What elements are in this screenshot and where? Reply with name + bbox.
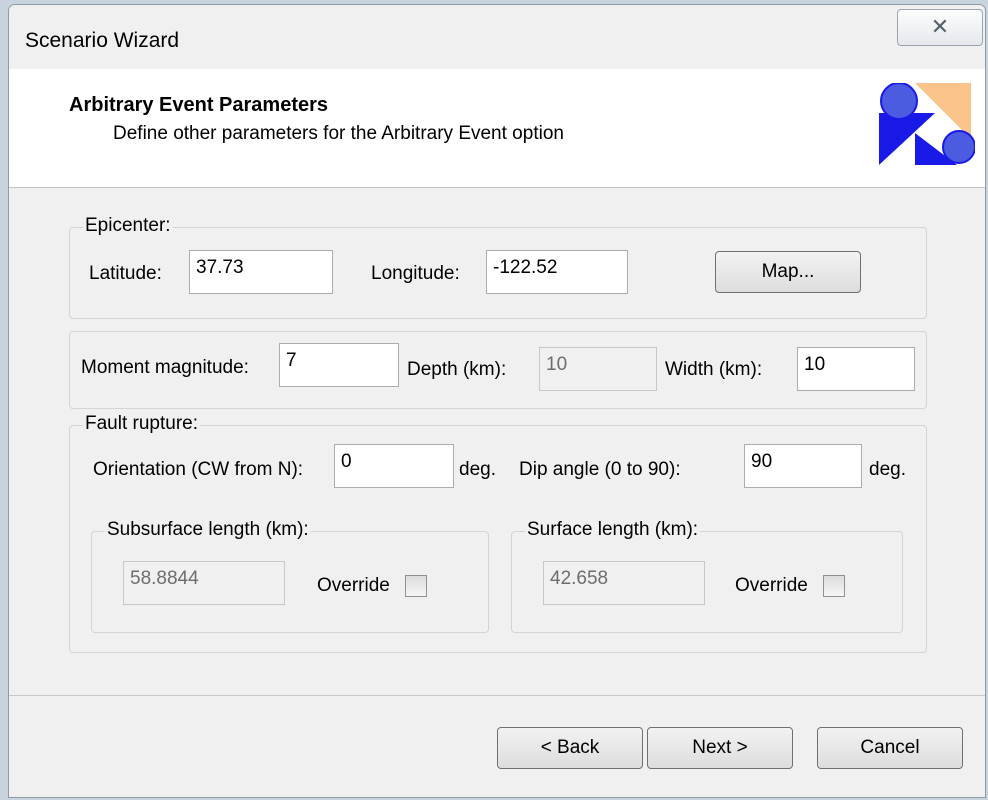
- orientation-input[interactable]: 0: [334, 444, 454, 488]
- footer-divider: [9, 695, 985, 696]
- depth-input: 10: [539, 347, 657, 391]
- close-icon: ✕: [930, 14, 950, 39]
- close-button[interactable]: ✕: [897, 9, 983, 46]
- wizard-shapes-icon: [879, 83, 975, 165]
- map-button[interactable]: Map...: [715, 251, 861, 293]
- surface-override-checkbox[interactable]: [823, 575, 845, 597]
- subsurface-length-input: 58.8844: [123, 561, 285, 605]
- subsurface-length-legend: Subsurface length (km):: [105, 519, 311, 541]
- latitude-input[interactable]: 37.73: [189, 250, 333, 294]
- page-title: Arbitrary Event Parameters: [69, 94, 329, 116]
- dip-angle-input[interactable]: 90: [744, 444, 862, 488]
- surface-override-label: Override: [735, 575, 808, 596]
- page-subtitle: Define other parameters for the Arbitrar…: [113, 123, 564, 144]
- subsurface-override-label: Override: [317, 575, 390, 596]
- orientation-unit: deg.: [459, 459, 496, 480]
- window-title: Scenario Wizard: [25, 29, 180, 52]
- moment-magnitude-input[interactable]: 7: [279, 343, 399, 387]
- width-label: Width (km):: [665, 359, 763, 380]
- cancel-button[interactable]: Cancel: [817, 727, 963, 769]
- subsurface-override-checkbox[interactable]: [405, 575, 427, 597]
- next-button[interactable]: Next >: [647, 727, 793, 769]
- title-bar: Scenario Wizard ✕: [9, 5, 985, 69]
- fault-rupture-legend: Fault rupture:: [83, 413, 200, 435]
- orientation-label: Orientation (CW from N):: [93, 459, 304, 480]
- dip-angle-label: Dip angle (0 to 90):: [519, 459, 681, 480]
- moment-magnitude-label: Moment magnitude:: [81, 357, 249, 378]
- width-input[interactable]: 10: [797, 347, 915, 391]
- longitude-label: Longitude:: [371, 263, 460, 284]
- longitude-input[interactable]: -122.52: [486, 250, 628, 294]
- depth-label: Depth (km):: [407, 359, 507, 380]
- back-button[interactable]: < Back: [497, 727, 643, 769]
- latitude-label: Latitude:: [89, 263, 162, 284]
- wizard-header: Arbitrary Event Parameters Define other …: [9, 69, 985, 188]
- scenario-wizard-window: Scenario Wizard ✕ Arbitrary Event Parame…: [8, 4, 986, 798]
- surface-length-legend: Surface length (km):: [525, 519, 701, 541]
- dip-angle-unit: deg.: [869, 459, 906, 480]
- epicenter-legend: Epicenter:: [83, 215, 173, 237]
- surface-length-input: 42.658: [543, 561, 705, 605]
